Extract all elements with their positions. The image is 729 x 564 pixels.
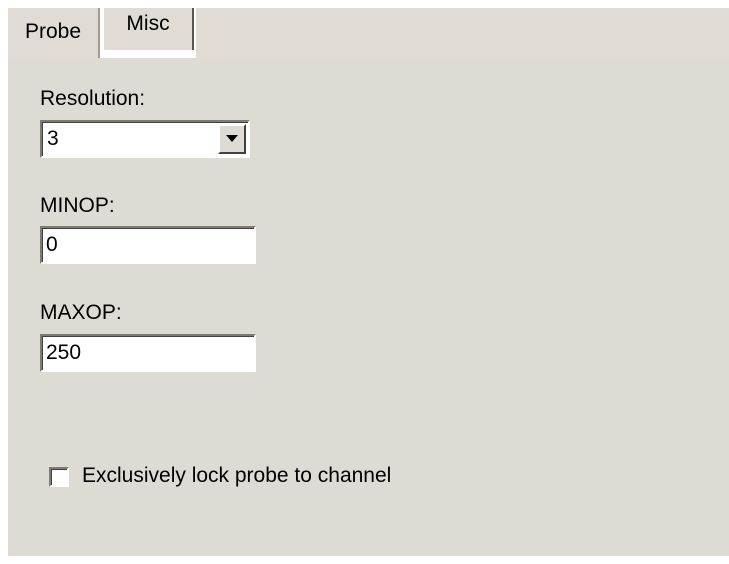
resolution-dropdown[interactable]: 3 [40, 120, 250, 158]
tab-misc[interactable]: Misc [104, 8, 194, 50]
resolution-label: Resolution: [40, 87, 146, 110]
maxop-label: MAXOP: [40, 301, 122, 324]
properties-dialog: Probe Misc Resolution: 3 MINOP: MAXOP: E… [8, 8, 729, 556]
exclusive-lock-checkbox[interactable] [49, 467, 69, 487]
misc-panel: Resolution: 3 MINOP: MAXOP: Exclusively … [8, 58, 729, 556]
maxop-field[interactable] [40, 334, 256, 372]
minop-label: MINOP: [40, 194, 115, 217]
exclusive-lock-label[interactable]: Exclusively lock probe to channel [82, 464, 391, 488]
resolution-dropdown-button[interactable] [218, 124, 246, 154]
resolution-value: 3 [47, 127, 59, 150]
tab-strip: Probe Misc [8, 8, 729, 58]
tab-strip-background [196, 8, 729, 58]
tab-probe[interactable]: Probe [8, 8, 100, 58]
minop-field[interactable] [40, 226, 256, 264]
